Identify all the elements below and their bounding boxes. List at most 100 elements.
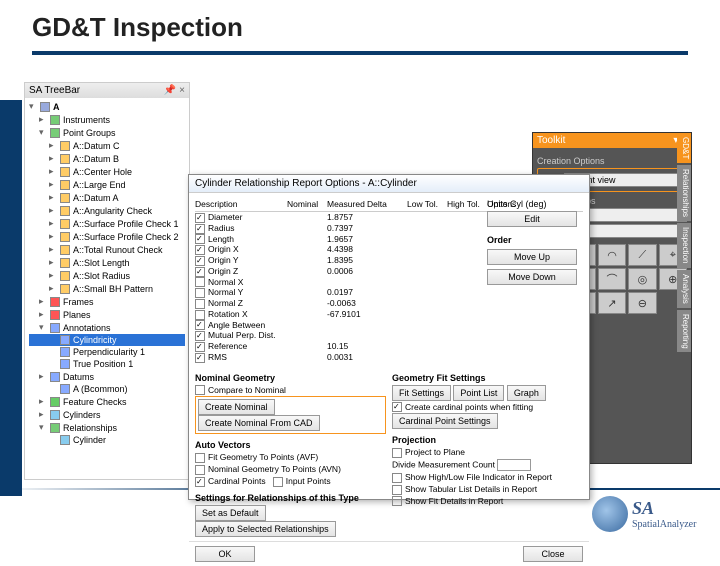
tree-pg-1[interactable]: ▸A::Datum B: [29, 152, 185, 165]
row-13-checkbox[interactable]: [195, 353, 205, 363]
tree-ann-2[interactable]: True Position 1: [29, 358, 185, 370]
point-list-button[interactable]: Point List: [453, 385, 504, 401]
logo-mark-icon: [592, 496, 628, 532]
sidetab-2[interactable]: Inspection: [677, 223, 691, 267]
left-accent-bar: [0, 100, 22, 496]
row-2-checkbox[interactable]: [195, 234, 205, 244]
create-nominal-cad-button[interactable]: Create Nominal From CAD: [198, 415, 320, 431]
report-options-dialog: Cylinder Relationship Report Options - A…: [188, 174, 590, 500]
tree-root[interactable]: ▾A: [29, 100, 185, 113]
tree-pg-11[interactable]: ▸A::Small BH Pattern: [29, 282, 185, 295]
tree-pg-4[interactable]: ▸A::Datum A: [29, 191, 185, 204]
tree-pg-7[interactable]: ▸A::Surface Profile Check 2: [29, 230, 185, 243]
gdt-icon-2[interactable]: ◠: [598, 244, 626, 266]
units-label: Units Cyl (deg): [487, 199, 583, 209]
project-plane-checkbox[interactable]: [392, 448, 402, 458]
cardinal-checkbox[interactable]: [195, 477, 205, 487]
grid-row-8: Normal Z-0.0063: [195, 298, 583, 309]
slide-title: GD&T Inspection: [0, 0, 720, 47]
treebar-title: SA TreeBar 📌 ×: [25, 83, 189, 98]
apply-selected-button[interactable]: Apply to Selected Relationships: [195, 521, 336, 537]
tree-pg-5[interactable]: ▸A::Angularity Check: [29, 204, 185, 217]
gdt-icon-8[interactable]: ◎: [628, 268, 656, 290]
move-up-button[interactable]: Move Up: [487, 249, 577, 265]
fit-settings-button[interactable]: Fit Settings: [392, 385, 451, 401]
tree-pg-6[interactable]: ▸A::Surface Profile Check 1: [29, 217, 185, 230]
show-fit-checkbox[interactable]: [392, 496, 402, 506]
input-points-checkbox[interactable]: [273, 477, 283, 487]
move-down-button[interactable]: Move Down: [487, 269, 577, 285]
show-tabular-checkbox[interactable]: [392, 485, 402, 495]
edit-button[interactable]: Edit: [487, 211, 577, 227]
gdt-icon-7[interactable]: ⌒: [598, 268, 626, 290]
sidetab-1[interactable]: Relationships: [677, 165, 691, 221]
tree-pg-8[interactable]: ▸A::Total Runout Check: [29, 243, 185, 256]
tree-feature-checks[interactable]: ▸Feature Checks: [29, 395, 185, 408]
tree-relationships[interactable]: ▾Relationships: [29, 421, 185, 434]
tree-pg-0[interactable]: ▸A::Datum C: [29, 139, 185, 152]
row-9-checkbox[interactable]: [195, 310, 205, 320]
avn-checkbox[interactable]: [195, 465, 205, 475]
logo-text: SASpatialAnalyzer: [632, 498, 696, 530]
row-7-checkbox[interactable]: [195, 288, 205, 298]
gdt-icon-13[interactable]: ⊖: [628, 292, 656, 314]
nominal-geom-label: Nominal Geometry: [195, 373, 386, 383]
gdt-icon-12[interactable]: ↗: [598, 292, 626, 314]
tree-rel-0[interactable]: Cylinder: [29, 434, 185, 446]
sidetab-0[interactable]: GD&T: [677, 133, 691, 163]
tree-frames[interactable]: ▸Frames: [29, 295, 185, 308]
row-5-checkbox[interactable]: [195, 267, 205, 277]
grid-row-10: Angle Between: [195, 320, 583, 331]
graph-button[interactable]: Graph: [507, 385, 546, 401]
row-4-checkbox[interactable]: [195, 256, 205, 266]
tree-cylinders[interactable]: ▸Cylinders: [29, 408, 185, 421]
tree-pg-9[interactable]: ▸A::Slot Length: [29, 256, 185, 269]
tree-ann-0[interactable]: Cylindricity: [29, 334, 185, 346]
row-12-checkbox[interactable]: [195, 342, 205, 352]
auto-vectors-label: Auto Vectors: [195, 440, 386, 450]
row-0-checkbox[interactable]: [195, 213, 205, 223]
row-6-checkbox[interactable]: [195, 277, 205, 287]
ok-button[interactable]: OK: [195, 546, 255, 562]
geom-fit-label: Geometry Fit Settings: [392, 373, 583, 383]
avf-checkbox[interactable]: [195, 453, 205, 463]
sidetab-4[interactable]: Reporting: [677, 310, 691, 353]
projection-label: Projection: [392, 435, 583, 445]
settings-rel-label: Settings for Relationships of this Type: [195, 493, 386, 503]
row-1-checkbox[interactable]: [195, 224, 205, 234]
grid-row-7: Normal Y0.0197: [195, 287, 583, 298]
compare-nominal-checkbox[interactable]: [195, 385, 205, 395]
row-8-checkbox[interactable]: [195, 299, 205, 309]
gdt-icon-3[interactable]: ⟋: [628, 244, 656, 266]
create-nominal-button[interactable]: Create Nominal: [198, 399, 275, 415]
tree-point-groups[interactable]: ▾Point Groups: [29, 126, 185, 139]
pin-icon[interactable]: 📌 ×: [164, 85, 185, 96]
close-button[interactable]: Close: [523, 546, 583, 562]
brand-logo: SASpatialAnalyzer: [592, 494, 702, 534]
row-10-checkbox[interactable]: [195, 320, 205, 330]
tree-datums[interactable]: ▸Datums: [29, 370, 185, 383]
tree-instruments[interactable]: ▸Instruments: [29, 113, 185, 126]
tree-annotations[interactable]: ▾Annotations: [29, 321, 185, 334]
order-label: Order: [487, 235, 583, 245]
tree-pg-3[interactable]: ▸A::Large End: [29, 178, 185, 191]
tree-planes[interactable]: ▸Planes: [29, 308, 185, 321]
treebar-title-text: SA TreeBar: [29, 85, 80, 96]
tree-pg-10[interactable]: ▸A::Slot Radius: [29, 269, 185, 282]
set-default-button[interactable]: Set as Default: [195, 505, 266, 521]
tree-ann-1[interactable]: Perpendicularity 1: [29, 346, 185, 358]
divide-count-input[interactable]: [497, 459, 531, 471]
grid-row-9: Rotation X-67.9101: [195, 309, 583, 320]
cardinal-settings-button[interactable]: Cardinal Point Settings: [392, 413, 498, 429]
dialog-title: Cylinder Relationship Report Options - A…: [189, 175, 589, 193]
tree-a-bcommon[interactable]: A (Bcommon): [29, 383, 185, 395]
sidetab-3[interactable]: Analysis: [677, 270, 691, 308]
show-highlow-checkbox[interactable]: [392, 473, 402, 483]
grid-row-13: RMS0.0031: [195, 352, 583, 363]
grid-row-12: Reference10.15: [195, 341, 583, 352]
creation-options-label: Creation Options: [537, 156, 687, 166]
create-cardinal-checkbox[interactable]: [392, 402, 402, 412]
row-3-checkbox[interactable]: [195, 245, 205, 255]
row-11-checkbox[interactable]: [195, 331, 205, 341]
tree-pg-2[interactable]: ▸A::Center Hole: [29, 165, 185, 178]
